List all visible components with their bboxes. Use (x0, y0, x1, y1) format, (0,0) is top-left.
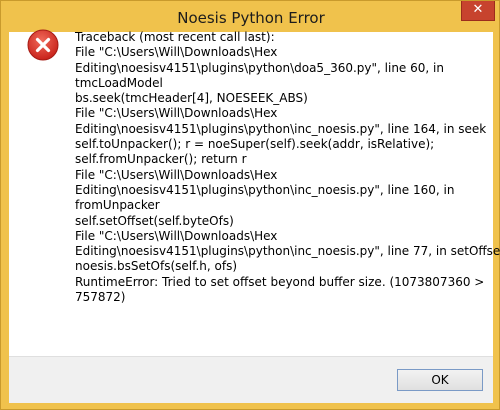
message-line: File "C:\Users\Will\Downloads\Hex (75, 167, 278, 182)
message-line: noesis.bsSetOfs(self.h, ofs) (75, 259, 238, 274)
message-line: bs.seek(tmcHeader[4], NOESEEK_ABS) (75, 91, 308, 106)
message-line: Editing\noesisv4151\plugins\python\inc_n… (75, 244, 500, 259)
message-line: RuntimeError: Tried to set offset beyond… (75, 274, 485, 289)
message-line: Traceback (most recent call last): (75, 30, 275, 44)
close-button[interactable]: ✕ (461, 1, 495, 21)
error-icon (27, 29, 59, 61)
message-line: fromUnpacker (75, 198, 160, 213)
message-line: Editing\noesisv4151\plugins\python\doa5_… (75, 60, 444, 75)
message-line: Editing\noesisv4151\plugins\python\inc_n… (75, 121, 487, 136)
message-line: self.setOffset(self.byteOfs) (75, 213, 234, 228)
message-line: 757872) (75, 290, 126, 305)
message-line: tmcLoadModel (75, 75, 163, 90)
message-line: File "C:\Users\Will\Downloads\Hex (75, 106, 278, 121)
error-dialog-window: Noesis Python Error ✕ Traceback (most re… (0, 0, 500, 410)
message-line: File "C:\Users\Will\Downloads\Hex (75, 228, 278, 243)
error-message: Traceback (most recent call last): File … (75, 30, 500, 305)
message-line: Editing\noesisv4151\plugins\python\inc_n… (75, 182, 455, 197)
ok-button[interactable]: OK (397, 369, 483, 391)
message-line: self.fromUnpacker(); return r (75, 152, 247, 167)
message-line: File "C:\Users\Will\Downloads\Hex (75, 45, 278, 60)
dialog-title: Noesis Python Error (177, 9, 325, 27)
message-line: self.toUnpacker(); r = noeSuper(self).se… (75, 137, 435, 152)
